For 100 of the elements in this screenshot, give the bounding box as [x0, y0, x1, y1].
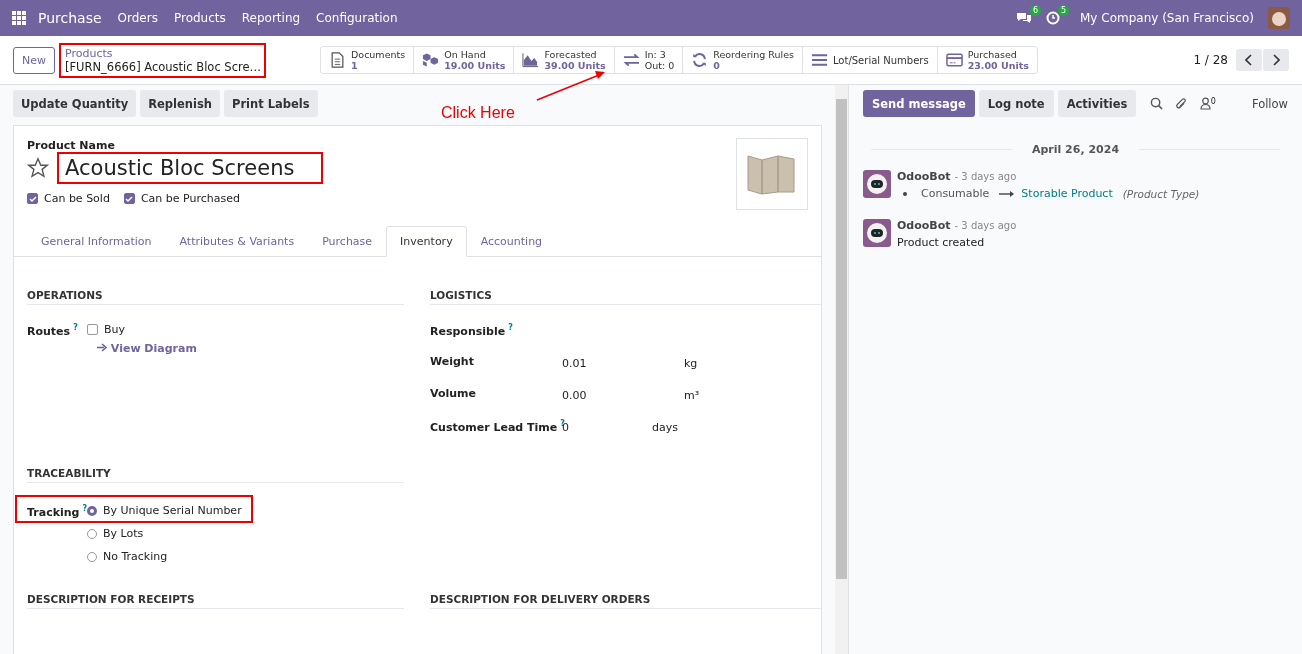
help-tooltip[interactable]: ?: [82, 504, 88, 513]
exchange-icon: [622, 52, 640, 68]
date-separator: April 26, 2024: [1030, 143, 1121, 156]
radio-label: By Unique Serial Number: [103, 504, 242, 517]
chevron-left-icon: [1245, 54, 1253, 66]
cubes-icon: [422, 52, 440, 68]
chevron-right-icon: [1272, 54, 1280, 66]
unit-label: kg: [684, 357, 698, 370]
field-label: Product Name: [27, 139, 115, 152]
document-icon: [329, 52, 346, 68]
company-switcher[interactable]: My Company (San Francisco): [1080, 11, 1254, 25]
message-author: OdooBot: [897, 170, 951, 183]
chat-icon[interactable]: [1016, 11, 1032, 25]
tab[interactable]: Accounting: [466, 226, 557, 257]
annotation-text: Click Here: [441, 104, 515, 122]
pager-value: 1 / 28: [1193, 53, 1228, 67]
radio-label: By Lots: [103, 527, 144, 540]
robot-avatar-icon: [863, 219, 891, 247]
chatter-button[interactable]: Activities: [1057, 90, 1137, 117]
message-author: OdooBot: [897, 219, 951, 232]
smart-button[interactable]: Forecasted 39.00 Units: [513, 47, 614, 73]
checkbox-label: Buy: [104, 323, 126, 336]
message-time: - 3 days ago: [954, 220, 1017, 231]
smart-button[interactable]: Documents 1: [321, 47, 414, 73]
radio-label: No Tracking: [103, 550, 168, 563]
follower-count: 0: [1210, 97, 1216, 106]
tab[interactable]: General Information: [27, 226, 166, 257]
new-button[interactable]: New: [13, 46, 55, 74]
section-title: OPERATIONS: [27, 289, 404, 305]
smart-button[interactable]: In: 3 Out: 0: [613, 47, 683, 73]
menu-item[interactable]: Configuration: [316, 11, 398, 25]
smart-button[interactable]: On Hand 19.00 Units: [413, 47, 514, 73]
view-diagram-link[interactable]: View Diagram: [97, 342, 197, 355]
field-label: Customer Lead Time: [430, 420, 558, 434]
menu-item[interactable]: Products: [173, 11, 226, 25]
old-value: Consumable: [921, 187, 990, 200]
chatter-button[interactable]: Send message: [863, 90, 975, 117]
person-icon[interactable]: [1199, 97, 1211, 110]
action-button[interactable]: Update Quantity: [13, 90, 137, 117]
checkbox[interactable]: [27, 193, 38, 204]
field-label: Routes: [27, 324, 71, 338]
tab[interactable]: Attributes & Variants: [165, 226, 309, 257]
bullet-icon: [903, 191, 907, 196]
area-chart-icon: [522, 52, 540, 68]
message-time: - 3 days ago: [954, 171, 1017, 182]
field-label: Volume: [430, 387, 476, 400]
help-tooltip[interactable]: ?: [73, 323, 78, 332]
field-value[interactable]: 0.01: [562, 357, 684, 370]
field-label: Tracking: [27, 505, 80, 519]
scrollbar-thumb[interactable]: [836, 99, 847, 579]
checkbox-label: Can be Purchased: [140, 192, 240, 205]
smart-button[interactable]: Reordering Rules 0: [682, 47, 802, 73]
next-button[interactable]: [1263, 49, 1289, 71]
list-icon: [810, 52, 828, 68]
field-label: Weight: [430, 355, 474, 368]
tab[interactable]: Purchase: [308, 226, 387, 257]
checkbox-label: Can be Sold: [44, 192, 110, 205]
previous-button[interactable]: [1236, 49, 1262, 71]
field-name: (Product Type): [1122, 187, 1200, 200]
field-value[interactable]: 0.00: [562, 389, 684, 402]
checkbox[interactable]: [87, 324, 98, 335]
message-text: Product created: [897, 236, 986, 249]
menu-item[interactable]: Reporting: [241, 11, 301, 25]
chatter-button[interactable]: Log note: [978, 90, 1054, 117]
section-title: DESCRIPTION FOR DELIVERY ORDERS: [430, 593, 821, 609]
apps-menu-icon[interactable]: [12, 11, 26, 25]
follow-button[interactable]: Follow: [1251, 96, 1288, 111]
credit-card-icon: [945, 52, 963, 68]
smart-button[interactable]: Lot/Serial Numbers: [801, 47, 937, 73]
product-name-field[interactable]: Acoustic Bloc Screens: [65, 156, 295, 180]
new-value: Storable Product: [1021, 187, 1113, 200]
section-title: DESCRIPTION FOR RECEIPTS: [27, 593, 404, 609]
section-title: LOGISTICS: [430, 289, 821, 305]
app-name[interactable]: Purchase: [38, 10, 102, 26]
unit-label: m³: [684, 389, 700, 402]
field-label: Responsible: [430, 324, 506, 338]
arrow-icon: [999, 189, 1016, 198]
tab[interactable]: Inventory: [386, 226, 467, 257]
arrow-right-icon: [97, 343, 107, 352]
search-icon[interactable]: [1149, 97, 1163, 110]
menu-item[interactable]: Orders: [117, 11, 158, 25]
refresh-icon: [691, 52, 709, 68]
unit-label: days: [652, 421, 678, 434]
section-title: TRACEABILITY: [27, 467, 404, 483]
scrollbar[interactable]: [835, 85, 848, 654]
paperclip-icon[interactable]: [1174, 96, 1188, 111]
action-button[interactable]: Print Labels: [224, 90, 318, 117]
action-button[interactable]: Replenish: [140, 90, 220, 117]
notification-badge: 5: [1057, 5, 1069, 16]
annotation-arrow: [535, 70, 607, 102]
record-title: [FURN_6666] Acoustic Bloc Scre…: [65, 59, 262, 74]
radio-button[interactable]: [87, 505, 97, 516]
smart-button[interactable]: Purchased 23.00 Units: [936, 47, 1037, 73]
help-tooltip[interactable]: ?: [508, 323, 513, 332]
star-icon[interactable]: [27, 157, 49, 179]
clock-icon[interactable]: [1046, 11, 1060, 25]
breadcrumb-link[interactable]: Products: [65, 46, 260, 60]
notification-badge: 6: [1029, 5, 1041, 16]
avatar-icon[interactable]: [1268, 7, 1290, 29]
checkbox[interactable]: [123, 193, 135, 204]
